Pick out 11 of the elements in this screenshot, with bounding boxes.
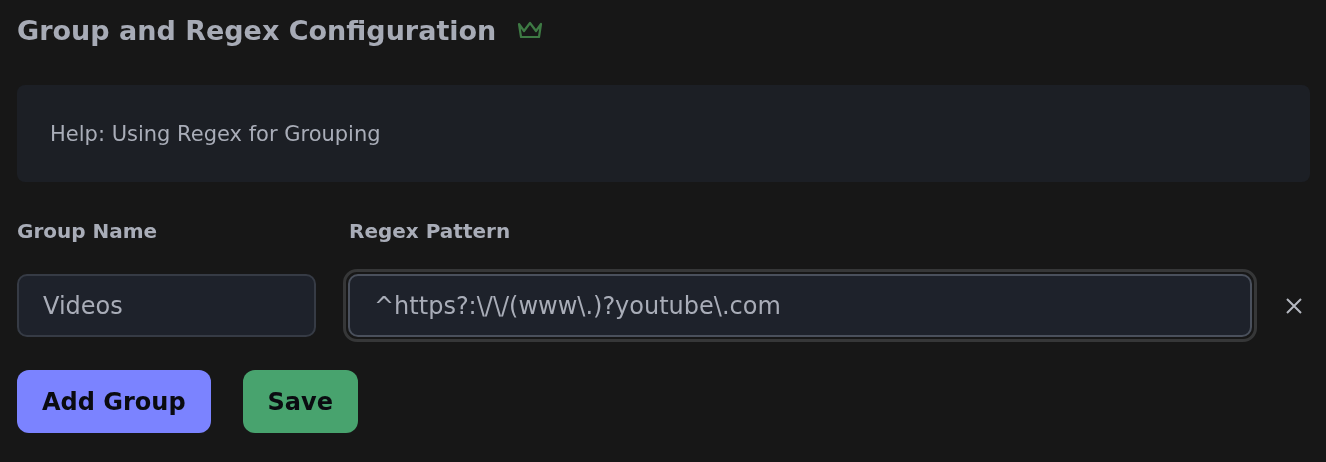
add-group-button[interactable]: Add Group	[17, 370, 211, 433]
page-title: Group and Regex Configuration	[17, 14, 497, 46]
help-panel[interactable]: Help: Using Regex for Grouping	[17, 85, 1310, 182]
help-title: Help: Using Regex for Grouping	[50, 121, 381, 146]
close-icon[interactable]	[1285, 296, 1303, 315]
regex-pattern-field[interactable]: ^https?:\/\/(www\.)?youtube\.com	[348, 274, 1252, 337]
column-label: Group Name	[17, 219, 159, 245]
save-button[interactable]: Save	[242, 370, 358, 433]
column-label: Regex Pattern	[349, 219, 512, 245]
group-name-field[interactable]: Videos	[17, 274, 316, 337]
crown-icon	[516, 20, 545, 40]
